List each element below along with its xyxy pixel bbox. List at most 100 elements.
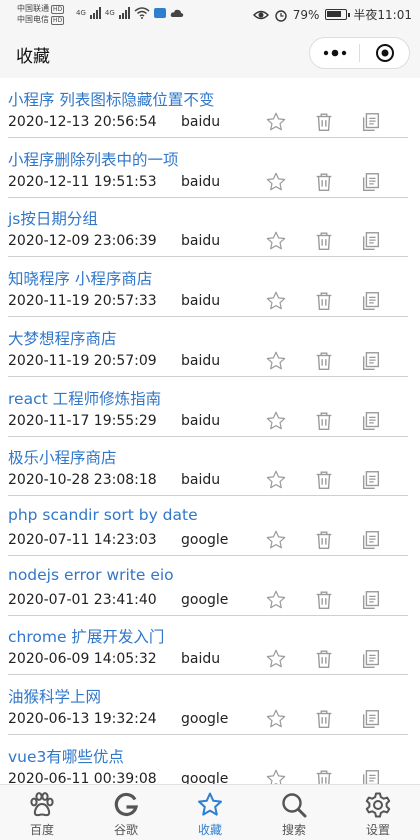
star-icon[interactable] [265, 469, 287, 491]
item-date: 2020-07-11 14:23:03 [8, 531, 157, 548]
google-g-icon [112, 791, 140, 819]
tab-bar: 百度 谷歌 收藏 搜索 设置 [0, 784, 420, 840]
tab-paw[interactable]: 百度 [0, 785, 84, 840]
more-button[interactable] [310, 38, 359, 68]
wifi-icon [134, 7, 150, 19]
item-title[interactable]: 小程序 列表图标隐藏位置不变 [8, 88, 214, 110]
item-title[interactable]: php scandir sort by date [8, 506, 198, 524]
item-title[interactable]: js按日期分组 [8, 207, 98, 229]
item-title[interactable]: 知晓程序 小程序商店 [8, 267, 152, 289]
carrier-info: 中国联通 HD 中国电信 HD [17, 3, 65, 25]
star-icon[interactable] [265, 708, 287, 730]
star-icon[interactable] [265, 529, 287, 551]
item-title[interactable]: nodejs error write eio [8, 566, 174, 584]
list-item[interactable]: php scandir sort by date 2020-07-11 14:23… [0, 496, 420, 556]
item-title[interactable]: react 工程师修炼指南 [8, 387, 161, 409]
star-icon[interactable] [265, 648, 287, 670]
trash-icon[interactable] [313, 648, 335, 670]
item-title[interactable]: vue3有哪些优点 [8, 745, 124, 767]
star-icon[interactable] [265, 171, 287, 193]
hd-badge-1: HD [51, 5, 65, 14]
star-icon[interactable] [265, 230, 287, 252]
copy-icon[interactable] [360, 171, 382, 193]
tab-gear[interactable]: 设置 [336, 785, 420, 840]
item-source: google [181, 531, 229, 548]
item-title[interactable]: 油猴科学上网 [8, 685, 101, 707]
eye-icon [252, 10, 269, 19]
item-date: 2020-11-19 20:57:09 [8, 352, 157, 369]
list-item[interactable]: chrome 扩展开发入门 2020-06-09 14:05:32 baidu [0, 615, 420, 676]
search-icon [280, 791, 308, 819]
trash-icon[interactable] [313, 350, 335, 372]
status-right: 79% 半夜11:01 [252, 6, 412, 23]
tab-google-g[interactable]: 谷歌 [84, 785, 168, 840]
star-icon[interactable] [265, 410, 287, 432]
item-date: 2020-12-11 19:51:53 [8, 173, 157, 190]
list-item[interactable]: 油猴科学上网 2020-06-13 19:32:24 google [0, 675, 420, 735]
item-date: 2020-11-17 19:55:29 [8, 412, 157, 429]
copy-icon[interactable] [360, 290, 382, 312]
copy-icon[interactable] [360, 648, 382, 670]
item-date: 2020-06-09 14:05:32 [8, 651, 157, 668]
item-source: baidu [181, 114, 221, 130]
copy-icon[interactable] [360, 410, 382, 432]
close-button[interactable] [360, 38, 409, 68]
list-item[interactable]: nodejs error write eio 2020-07-01 23:41:4… [0, 556, 420, 616]
clock: 半夜11:01 [353, 8, 412, 22]
tab-label: 谷歌 [113, 823, 138, 837]
alarm-icon [275, 9, 287, 22]
more-dots-icon [323, 49, 346, 57]
list-item[interactable]: vue3有哪些优点 2020-06-11 00:39:08 google [0, 735, 420, 784]
trash-icon[interactable] [313, 589, 335, 611]
item-date: 2020-11-19 20:57:33 [8, 293, 157, 310]
copy-icon[interactable] [360, 589, 382, 611]
signal-icon [89, 7, 101, 19]
trash-icon[interactable] [313, 230, 335, 252]
copy-icon[interactable] [360, 350, 382, 372]
trash-icon[interactable] [313, 410, 335, 432]
tab-label: 设置 [365, 823, 390, 837]
item-date: 2020-06-13 19:32:24 [8, 711, 157, 727]
target-circle-icon [375, 44, 394, 62]
hd-badge-2: HD [51, 16, 65, 25]
carrier-1: 中国联通 [17, 4, 49, 13]
list-item[interactable]: 小程序删除列表中的一项 2020-12-11 19:51:53 baidu [0, 138, 420, 198]
trash-icon[interactable] [313, 171, 335, 193]
status-bar: 中国联通 HD 中国电信 HD 4G 4G 79% 半夜11:01 [0, 0, 420, 30]
trash-icon[interactable] [313, 529, 335, 551]
list-item[interactable]: react 工程师修炼指南 2020-11-17 19:55:29 baidu [0, 377, 420, 437]
star-icon[interactable] [265, 350, 287, 372]
star-icon[interactable] [265, 768, 287, 784]
network-type-1: 4G [76, 9, 86, 17]
trash-icon[interactable] [313, 469, 335, 491]
trash-icon[interactable] [313, 111, 335, 133]
star-icon[interactable] [265, 111, 287, 133]
item-date: 2020-10-28 23:08:18 [8, 472, 157, 489]
copy-icon[interactable] [360, 111, 382, 133]
copy-icon[interactable] [360, 469, 382, 491]
item-title[interactable]: 小程序删除列表中的一项 [8, 148, 179, 170]
trash-icon[interactable] [313, 708, 335, 730]
list-item[interactable]: 极乐小程序商店 2020-10-28 23:08:18 baidu [0, 436, 420, 497]
copy-icon[interactable] [360, 708, 382, 730]
list-item[interactable]: 知晓程序 小程序商店 2020-11-19 20:57:33 baidu [0, 257, 420, 318]
star-icon[interactable] [265, 290, 287, 312]
copy-icon[interactable] [360, 768, 382, 784]
item-title[interactable]: 极乐小程序商店 [8, 446, 117, 468]
list-item[interactable]: 大梦想程序商店 2020-11-19 20:57:09 baidu [0, 317, 420, 377]
trash-icon[interactable] [313, 768, 335, 784]
star-icon[interactable] [265, 589, 287, 611]
item-source: baidu [181, 233, 221, 250]
copy-icon[interactable] [360, 529, 382, 551]
item-source: google [181, 711, 229, 727]
list-item[interactable]: 小程序 列表图标隐藏位置不变 2020-12-13 20:56:54 baidu [0, 78, 420, 138]
tab-star[interactable]: 收藏 [168, 785, 252, 840]
item-title[interactable]: 大梦想程序商店 [8, 327, 117, 349]
trash-icon[interactable] [313, 290, 335, 312]
favorites-list[interactable]: 小程序 列表图标隐藏位置不变 2020-12-13 20:56:54 baidu 小程… [0, 78, 420, 784]
tab-search[interactable]: 搜索 [252, 785, 336, 840]
list-item[interactable]: js按日期分组 2020-12-09 23:06:39 baidu [0, 197, 420, 258]
item-title[interactable]: chrome 扩展开发入门 [8, 625, 164, 647]
battery-percent: 79% [292, 7, 320, 22]
copy-icon[interactable] [360, 230, 382, 252]
